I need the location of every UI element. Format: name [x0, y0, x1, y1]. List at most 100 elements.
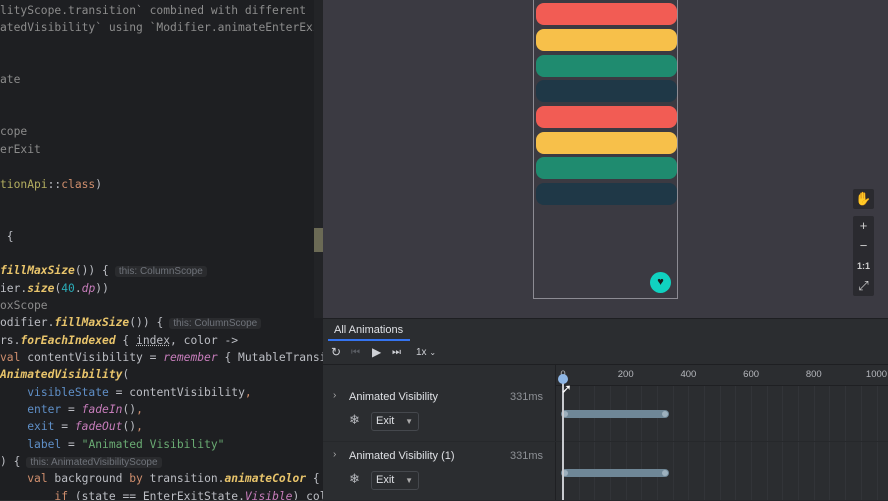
code-line[interactable]: erExit: [0, 141, 41, 158]
animation-name: Animated Visibility: [349, 391, 439, 403]
animation-duration: 331ms: [510, 391, 544, 403]
state-value: Exit: [376, 415, 395, 427]
timeline-gridline: [578, 385, 580, 500]
code-token: ::: [47, 177, 62, 191]
code-line[interactable]: if (state == EnterExitState.Visible) col…: [0, 488, 323, 500]
code-token: (: [122, 368, 130, 382]
expand-chevron-icon[interactable]: ›: [333, 390, 336, 401]
code-line[interactable]: cope: [0, 123, 27, 140]
animation-bar[interactable]: [561, 410, 669, 418]
hand-icon[interactable]: ✋: [853, 189, 874, 209]
code-token: by: [129, 472, 143, 486]
play-icon[interactable]: ▶: [372, 345, 381, 359]
code-editor[interactable]: lityScope.transition` combined with diff…: [0, 0, 323, 500]
code-token: dp: [81, 281, 96, 295]
code-token: Visible: [244, 489, 293, 500]
code-line[interactable]: val background by transition.animateColo…: [0, 470, 323, 487]
code-token: = contentVisibility: [108, 385, 245, 399]
actual-size-button[interactable]: 1:1: [853, 256, 874, 276]
code-token: =: [61, 437, 82, 451]
code-line[interactable]: fillMaxSize()) {this: ColumnScope: [0, 262, 207, 279]
code-token: lityScope.transition` combined with diff…: [0, 4, 323, 17]
code-token: ) {: [0, 455, 21, 469]
color-bar: [536, 55, 677, 77]
editor-scrollbar-thumb[interactable]: [314, 228, 323, 252]
animation-bar[interactable]: [561, 469, 669, 477]
code-line[interactable]: label = "Animated Visibility": [0, 436, 224, 453]
code-token: ,: [136, 420, 143, 434]
timeline-gridline: [845, 385, 847, 500]
pan-tool[interactable]: ✋: [853, 189, 874, 209]
code-token: , color ->: [170, 333, 239, 347]
code-line[interactable]: atedVisibility` using `Modifier.animateE…: [0, 19, 323, 36]
freeze-icon[interactable]: ❄: [349, 471, 360, 487]
code-line[interactable]: ate: [0, 71, 20, 88]
code-line[interactable]: val contentVisibility = remember { Mutab…: [0, 349, 323, 366]
bar-end-handle[interactable]: [661, 411, 668, 417]
code-line[interactable]: lityScope.transition` combined with diff…: [0, 2, 323, 19]
code-token: val: [27, 472, 48, 486]
code-line[interactable]: rs.forEachIndexed { index, color ->: [0, 332, 238, 349]
tab-all-animations[interactable]: All Animations: [334, 324, 403, 336]
replay-icon[interactable]: ↻: [331, 345, 341, 359]
expand-chevron-icon[interactable]: ›: [333, 449, 336, 460]
code-token: )): [95, 281, 109, 295]
animation-name: Animated Visibility (1): [349, 450, 455, 462]
code-token: fadeOut: [74, 420, 123, 434]
code-token: remember: [163, 351, 218, 364]
code-token: enter: [27, 403, 62, 417]
zoom-in-button[interactable]: +: [853, 216, 874, 236]
inlay-hint: this: ColumnScope: [169, 318, 262, 330]
jump-end-icon[interactable]: ⏭: [392, 347, 401, 358]
code-line[interactable]: ier.size(40.dp)): [0, 280, 109, 297]
jump-start-icon[interactable]: ⏮: [351, 347, 360, 358]
caret-down-icon: ▼: [405, 417, 413, 426]
code-line[interactable]: {: [0, 228, 14, 245]
timeline-gridline: [751, 385, 753, 500]
code-token: contentVisibility =: [20, 351, 164, 364]
code-token: val: [0, 351, 21, 364]
divider: [555, 385, 888, 386]
freeze-icon[interactable]: ❄: [349, 412, 360, 428]
code-line[interactable]: odifier.fillMaxSize()) {this: ColumnScop…: [0, 314, 262, 331]
code-token: (state == EnterExitState.: [68, 489, 245, 500]
code-token: rs.: [0, 333, 21, 347]
code-line[interactable]: oxScope: [0, 297, 48, 314]
code-token: odifier.: [0, 316, 55, 330]
code-line[interactable]: exit = fadeOut(),: [0, 418, 143, 435]
bar-end-handle[interactable]: [661, 470, 668, 476]
code-token: .: [74, 281, 82, 295]
code-token: ) color: [292, 489, 323, 500]
code-line[interactable]: tionApi::class): [0, 176, 102, 193]
code-line[interactable]: visibleState = contentVisibility,: [0, 384, 251, 401]
code-token: (): [122, 420, 137, 434]
code-token: {: [0, 229, 14, 243]
zoom-out-button[interactable]: −: [853, 236, 874, 256]
timeline-gridline: [782, 385, 784, 500]
speed-dropdown[interactable]: 1x ⌄: [416, 347, 436, 358]
code-token: class: [61, 177, 96, 191]
zoom-to-fit-button[interactable]: ⤢: [853, 276, 874, 296]
code-line[interactable]: ) { this: AnimatedVisibilityScope: [0, 453, 162, 470]
code-token: size: [27, 281, 55, 295]
favorite-fab[interactable]: ♥: [650, 272, 671, 293]
timeline-gridline: [798, 385, 800, 500]
zoom-controls: + − 1:1 ⤢: [853, 216, 874, 296]
timeline-gridline: [735, 385, 737, 500]
inlay-hint: this: AnimatedVisibilityScope: [26, 457, 162, 469]
code-token: (): [122, 403, 137, 417]
code-line[interactable]: AnimatedVisibility(: [0, 366, 129, 383]
code-token: AnimatedVisibility: [0, 368, 123, 382]
speed-value: 1x: [416, 347, 427, 358]
heart-icon: ♥: [657, 276, 664, 288]
animation-duration: 331ms: [510, 450, 544, 462]
timeline-tick-label: 800: [805, 369, 822, 380]
editor-scrollbar[interactable]: [314, 0, 323, 318]
state-dropdown[interactable]: Exit ▼: [371, 412, 419, 431]
code-line[interactable]: enter = fadeIn(),: [0, 401, 143, 418]
timeline-gridline: [719, 385, 721, 500]
timeline-tick-label: 200: [617, 369, 634, 380]
state-dropdown[interactable]: Exit ▼: [371, 471, 419, 490]
